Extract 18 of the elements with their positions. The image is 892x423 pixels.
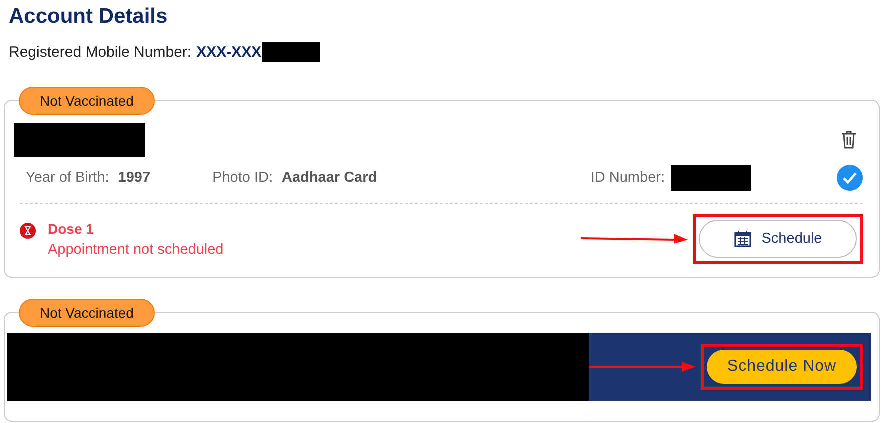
- calendar-icon: [734, 230, 752, 248]
- trash-icon[interactable]: [841, 131, 857, 149]
- field-label: ID Number:: [590, 170, 665, 186]
- schedule-button[interactable]: Schedule: [699, 220, 857, 258]
- schedule-now-button[interactable]: Schedule Now: [707, 350, 857, 384]
- status-badge: Not Vaccinated: [19, 299, 155, 327]
- field-label: Photo ID:: [212, 170, 274, 186]
- field-value: Aadhaar Card: [282, 170, 378, 186]
- status-badge: Not Vaccinated: [19, 87, 155, 115]
- hourglass-icon: [20, 222, 36, 238]
- field-value: 1997: [118, 170, 151, 186]
- dose-status: Appointment not scheduled: [48, 242, 224, 258]
- mobile-label: Registered Mobile Number:: [9, 44, 192, 60]
- page-title: Account Details: [9, 4, 169, 30]
- field-label: Year of Birth:: [26, 170, 110, 186]
- dose-title: Dose 1: [48, 220, 95, 236]
- mobile-number: XXX-XXX: [196, 44, 262, 60]
- redaction-bar: [262, 42, 320, 62]
